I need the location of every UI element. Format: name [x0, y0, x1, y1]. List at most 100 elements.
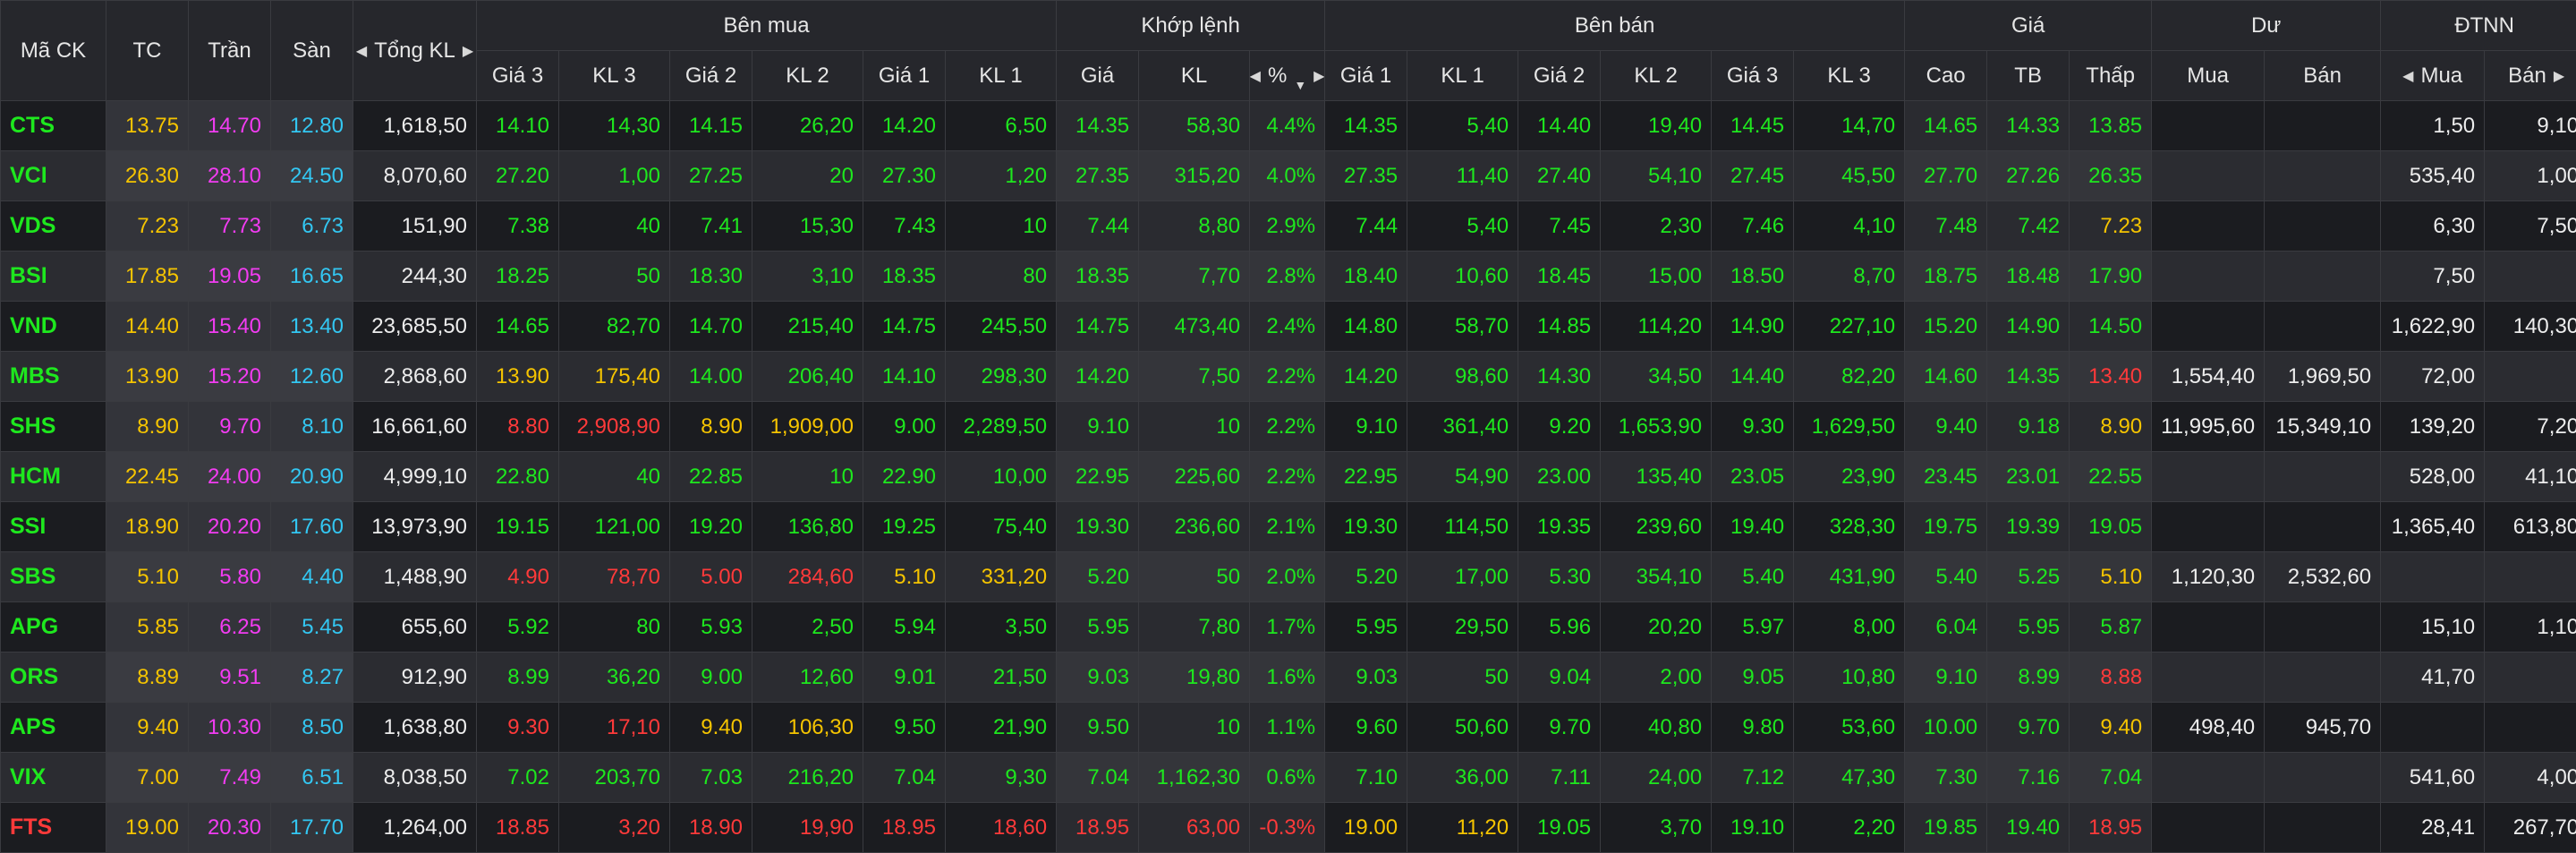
cell-total-volume: 1,264,00	[353, 803, 477, 853]
cell-buy-price-2: 27.25	[670, 151, 752, 201]
cell-symbol[interactable]: FTS	[1, 803, 106, 853]
cell-symbol[interactable]: VDS	[1, 201, 106, 252]
col-header-remain-sell[interactable]: Bán	[2265, 51, 2381, 101]
table-row[interactable]: SHS8.909.708.1016,661,608.802,908,908.90…	[1, 402, 2576, 452]
col-header-sell-price-2[interactable]: Giá 2	[1518, 51, 1601, 101]
cell-floor: 12.80	[271, 101, 353, 151]
cell-symbol[interactable]: HCM	[1, 452, 106, 502]
cell-foreign-buy: 1,622,90	[2381, 302, 2485, 352]
table-row[interactable]: SBS5.105.804.401,488,904.9078,705.00284,…	[1, 552, 2576, 602]
cell-buy-price-2: 7.03	[670, 753, 752, 803]
cell-match-volume: 7,80	[1139, 602, 1250, 653]
col-header-total-volume[interactable]: ◀ Tổng KL ▶	[353, 1, 477, 101]
col-header-sell-price-1[interactable]: Giá 1	[1325, 51, 1407, 101]
col-header-symbol[interactable]: Mã CK	[1, 1, 106, 101]
cell-buy-vol-1: 1,20	[946, 151, 1057, 201]
cell-buy-vol-2: 106,30	[752, 703, 863, 753]
table-row[interactable]: VIX7.007.496.518,038,507.02203,707.03216…	[1, 753, 2576, 803]
col-header-buy-vol-2[interactable]: KL 2	[752, 51, 863, 101]
cell-symbol[interactable]: SBS	[1, 552, 106, 602]
col-header-remain-buy[interactable]: Mua	[2152, 51, 2265, 101]
col-header-low[interactable]: Thấp	[2070, 51, 2152, 101]
table-row[interactable]: VCI26.3028.1024.508,070,6027.201,0027.25…	[1, 151, 2576, 201]
col-header-match-price[interactable]: Giá	[1057, 51, 1139, 101]
cell-sell-price-2: 7.45	[1518, 201, 1601, 252]
cell-symbol[interactable]: VND	[1, 302, 106, 352]
table-row[interactable]: VND14.4015.4013.4023,685,5014.6582,7014.…	[1, 302, 2576, 352]
table-row[interactable]: SSI18.9020.2017.6013,973,9019.15121,0019…	[1, 502, 2576, 552]
cell-remain-buy: 498,40	[2152, 703, 2265, 753]
cell-sell-vol-2: 54,10	[1601, 151, 1712, 201]
cell-buy-price-1: 22.90	[863, 452, 946, 502]
cell-low: 17.90	[2070, 252, 2152, 302]
cell-symbol[interactable]: BSI	[1, 252, 106, 302]
table-row[interactable]: VDS7.237.736.73151,907.38407.4115,307.43…	[1, 201, 2576, 252]
cell-buy-vol-1: 18,60	[946, 803, 1057, 853]
col-header-sell-vol-3[interactable]: KL 3	[1794, 51, 1905, 101]
cell-buy-price-1: 5.94	[863, 602, 946, 653]
table-row[interactable]: APS9.4010.308.501,638,809.3017,109.40106…	[1, 703, 2576, 753]
cell-buy-price-1: 9.01	[863, 653, 946, 703]
cell-buy-price-3: 18.25	[477, 252, 559, 302]
cell-remain-buy	[2152, 101, 2265, 151]
triangle-left-icon[interactable]: ◀	[1250, 67, 1261, 85]
col-header-floor[interactable]: Sàn	[271, 1, 353, 101]
table-row[interactable]: FTS19.0020.3017.701,264,0018.853,2018.90…	[1, 803, 2576, 853]
cell-symbol[interactable]: SSI	[1, 502, 106, 552]
col-header-buy-price-2[interactable]: Giá 2	[670, 51, 752, 101]
col-header-match-pct[interactable]: ◀ % ▼ ▶	[1250, 51, 1325, 101]
col-header-foreign-buy[interactable]: ◀ Mua	[2381, 51, 2485, 101]
cell-sell-vol-2: 20,20	[1601, 602, 1712, 653]
col-header-match-volume[interactable]: KL	[1139, 51, 1250, 101]
cell-buy-vol-3: 175,40	[559, 352, 670, 402]
table-row[interactable]: BSI17.8519.0516.65244,3018.255018.303,10…	[1, 252, 2576, 302]
cell-symbol[interactable]: VIX	[1, 753, 106, 803]
cell-foreign-sell: 1,00	[2485, 151, 2576, 201]
table-row[interactable]: CTS13.7514.7012.801,618,5014.1014,3014.1…	[1, 101, 2576, 151]
col-header-ceiling[interactable]: Trần	[189, 1, 271, 101]
cell-symbol[interactable]: CTS	[1, 101, 106, 151]
cell-symbol[interactable]: APS	[1, 703, 106, 753]
cell-buy-price-1: 14.75	[863, 302, 946, 352]
table-row[interactable]: APG5.856.255.45655,605.92805.932,505.943…	[1, 602, 2576, 653]
col-header-avg[interactable]: TB	[1987, 51, 2070, 101]
cell-sell-vol-3: 227,10	[1794, 302, 1905, 352]
table-row[interactable]: HCM22.4524.0020.904,999,1022.804022.8510…	[1, 452, 2576, 502]
table-row[interactable]: MBS13.9015.2012.602,868,6013.90175,4014.…	[1, 352, 2576, 402]
cell-low: 19.05	[2070, 502, 2152, 552]
cell-sell-price-3: 14.90	[1712, 302, 1794, 352]
cell-buy-price-1: 18.35	[863, 252, 946, 302]
col-header-buy-price-1[interactable]: Giá 1	[863, 51, 946, 101]
col-header-sell-vol-2[interactable]: KL 2	[1601, 51, 1712, 101]
triangle-left-icon[interactable]: ◀	[2402, 67, 2413, 85]
cell-sell-vol-1: 361,40	[1407, 402, 1518, 452]
cell-match-price: 18.95	[1057, 803, 1139, 853]
cell-sell-vol-3: 2,20	[1794, 803, 1905, 853]
cell-ref: 8.89	[106, 653, 189, 703]
col-header-buy-price-3[interactable]: Giá 3	[477, 51, 559, 101]
col-header-buy-vol-1[interactable]: KL 1	[946, 51, 1057, 101]
col-header-foreign-sell[interactable]: Bán ▶	[2485, 51, 2576, 101]
cell-sell-vol-3: 53,60	[1794, 703, 1905, 753]
col-header-high[interactable]: Cao	[1905, 51, 1987, 101]
table-row[interactable]: ORS8.899.518.27912,908.9936,209.0012,609…	[1, 653, 2576, 703]
cell-sell-vol-3: 45,50	[1794, 151, 1905, 201]
cell-remain-buy	[2152, 302, 2265, 352]
col-header-ref[interactable]: TC	[106, 1, 189, 101]
cell-high: 14.60	[1905, 352, 1987, 402]
cell-symbol[interactable]: VCI	[1, 151, 106, 201]
col-header-sell-vol-1[interactable]: KL 1	[1407, 51, 1518, 101]
cell-match-price: 9.03	[1057, 653, 1139, 703]
cell-buy-price-3: 7.38	[477, 201, 559, 252]
cell-ceiling: 7.49	[189, 753, 271, 803]
col-header-buy-vol-3[interactable]: KL 3	[559, 51, 670, 101]
cell-symbol[interactable]: ORS	[1, 653, 106, 703]
triangle-right-icon[interactable]: ▶	[1314, 67, 1324, 85]
col-header-sell-price-3[interactable]: Giá 3	[1712, 51, 1794, 101]
triangle-right-icon[interactable]: ▶	[2554, 67, 2564, 85]
cell-symbol[interactable]: APG	[1, 602, 106, 653]
triangle-left-icon[interactable]: ◀	[356, 42, 367, 60]
cell-symbol[interactable]: SHS	[1, 402, 106, 452]
triangle-right-icon[interactable]: ▶	[463, 42, 473, 60]
cell-symbol[interactable]: MBS	[1, 352, 106, 402]
